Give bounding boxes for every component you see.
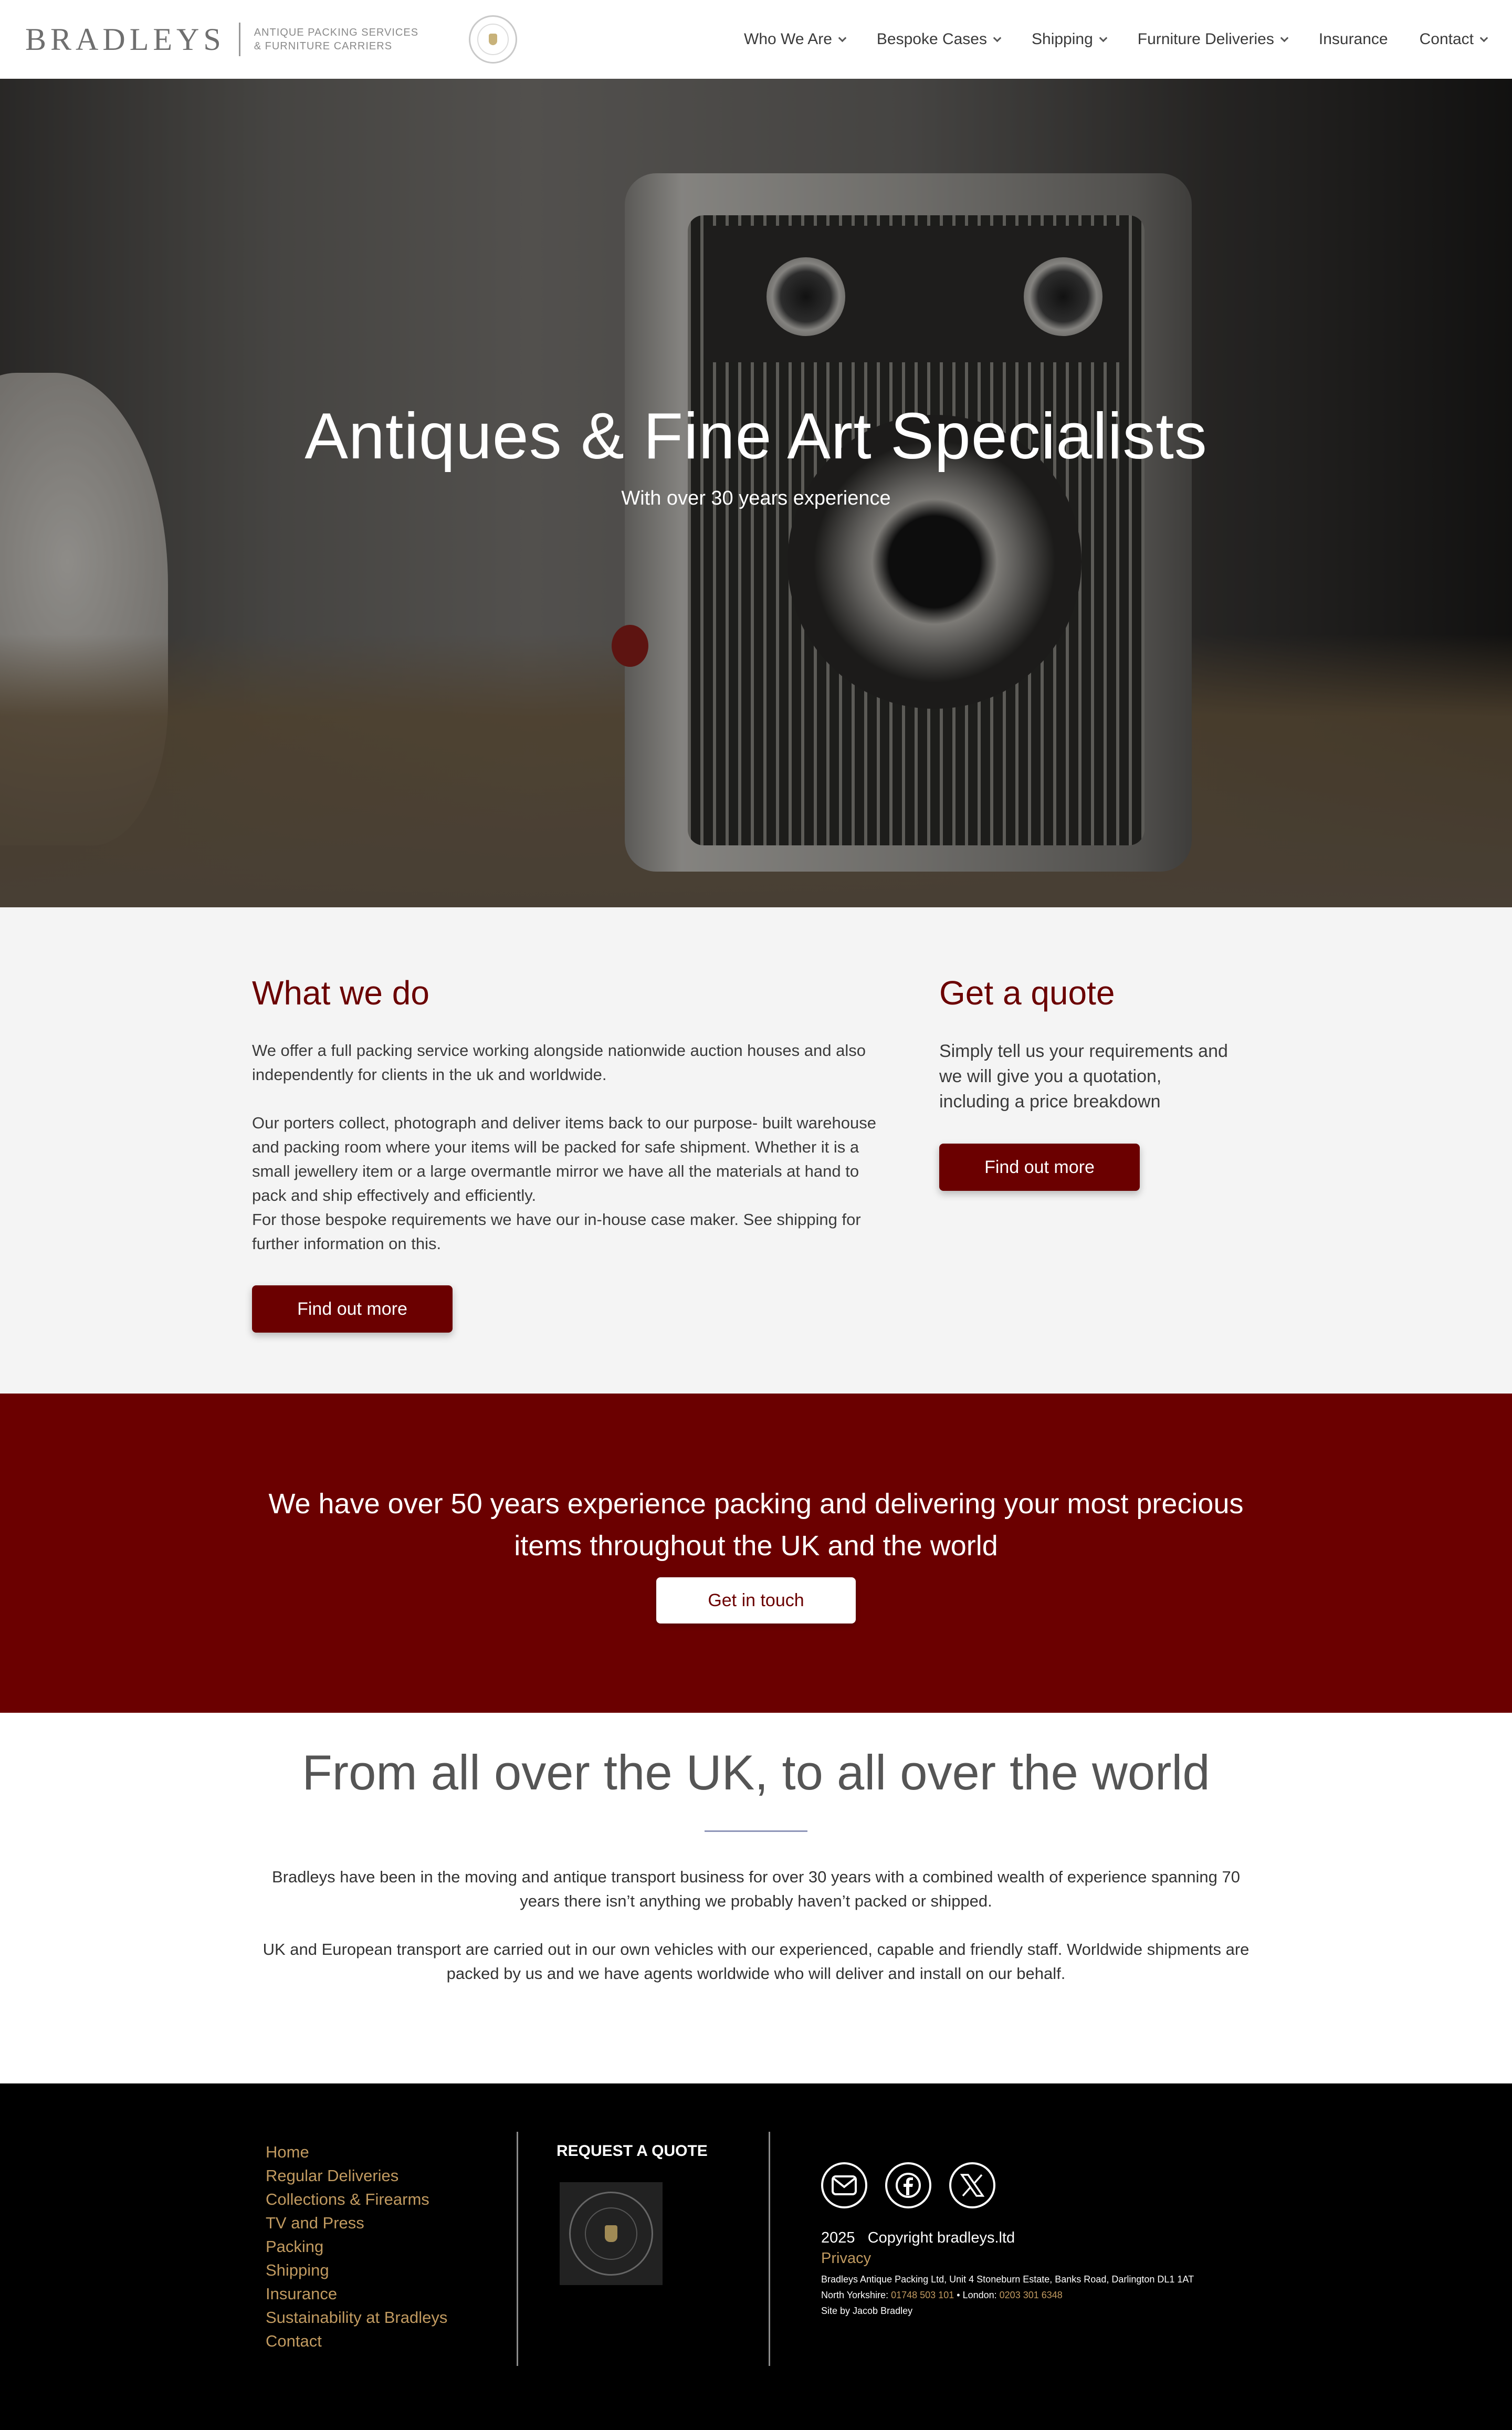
worldwide-title-divider (705, 1830, 807, 1832)
nav-item-contact[interactable]: Contact (1419, 30, 1488, 48)
footer-divider (769, 2132, 770, 2366)
main-nav: Who We Are Bespoke Cases Shipping Furnit… (744, 30, 1488, 48)
phone-separator: • (957, 2290, 960, 2300)
nav-item-shipping[interactable]: Shipping (1032, 30, 1108, 48)
hero-title: Antiques & Fine Art Specialists (304, 400, 1208, 473)
nav-item-who-we-are[interactable]: Who We Are (744, 30, 847, 48)
company-address: Bradleys Antique Packing Ltd, Unit 4 Sto… (821, 2274, 1194, 2285)
footer-link-shipping[interactable]: Shipping (266, 2258, 447, 2282)
get-a-quote-title: Get a quote (939, 974, 1115, 1012)
footer-request-quote: REQUEST A QUOTE (556, 2142, 708, 2285)
get-in-touch-button[interactable]: Get in touch (656, 1577, 856, 1624)
nav-item-label: Shipping (1032, 30, 1093, 48)
footer-divider (517, 2132, 518, 2366)
get-a-quote-column: Get a quote Simply tell us your requirem… (939, 973, 1233, 1191)
footer-link-contact[interactable]: Contact (266, 2329, 447, 2353)
worldwide-title: From all over the UK, to all over the wo… (302, 1745, 1210, 1800)
footer-contact: 2025 Copyright bradleys.ltd Privacy Brad… (821, 2162, 1294, 2319)
site-credit: Site by Jacob Bradley (821, 2306, 913, 2316)
experience-banner-text: We have over 50 years experience packing… (268, 1488, 1244, 1562)
site-logo[interactable]: BRADLEYS Antique Packing Services & Furn… (25, 23, 418, 56)
nav-item-label: Bespoke Cases (876, 30, 987, 48)
hero-banner: Antiques & Fine Art Specialists With ove… (0, 79, 1512, 907)
logo-tagline-line1: Antique Packing Services (254, 27, 419, 38)
what-we-do-body: We offer a full packing service working … (252, 1039, 898, 1256)
privacy-link[interactable]: Privacy (821, 2250, 1294, 2267)
north-yorkshire-label: North Yorkshire: (821, 2290, 889, 2300)
chevron-down-icon (1099, 34, 1108, 42)
get-a-quote-text: Simply tell us your requirements and we … (939, 1041, 1228, 1112)
request-quote-label[interactable]: REQUEST A QUOTE (556, 2142, 708, 2160)
chevron-down-icon (1280, 34, 1289, 42)
footer-link-tv-and-press[interactable]: TV and Press (266, 2211, 447, 2235)
what-we-do-paragraph: For those bespoke requirements we have o… (252, 1210, 861, 1253)
approved-service-badge-icon[interactable] (560, 2182, 663, 2285)
email-icon[interactable] (821, 2162, 867, 2208)
footer-link-sustainability[interactable]: Sustainability at Bradleys (266, 2306, 447, 2329)
logo-tagline-line2: & Furniture Carriers (254, 40, 393, 52)
london-phone-link[interactable]: 0203 301 6348 (1000, 2290, 1063, 2300)
nav-item-label: Furniture Deliveries (1137, 30, 1274, 48)
footer-link-packing[interactable]: Packing (266, 2235, 447, 2258)
get-a-quote-find-out-more-button[interactable]: Find out more (939, 1144, 1140, 1191)
nav-item-furniture-deliveries[interactable]: Furniture Deliveries (1137, 30, 1289, 48)
logo-tagline: Antique Packing Services & Furniture Car… (254, 26, 418, 53)
approved-service-seal-icon (469, 15, 518, 64)
worldwide-paragraph: Bradleys have been in the moving and ant… (272, 1868, 1240, 1910)
logo-divider (238, 23, 240, 56)
nav-item-label: Who We Are (744, 30, 832, 48)
experience-banner: We have over 50 years experience packing… (0, 1394, 1512, 1713)
footer-link-insurance[interactable]: Insurance (266, 2282, 447, 2306)
footer-link-collections-firearms[interactable]: Collections & Firearms (266, 2187, 447, 2211)
chevron-down-icon (993, 34, 1002, 42)
what-we-do-title: What we do (252, 974, 429, 1012)
facebook-icon[interactable] (885, 2162, 931, 2208)
worldwide-section: From all over the UK, to all over the wo… (0, 1713, 1512, 2083)
chevron-down-icon (838, 34, 847, 42)
hero-subtitle: With over 30 years experience (621, 487, 891, 509)
worldwide-paragraph: UK and European transport are carried ou… (262, 1940, 1250, 1983)
what-we-do-find-out-more-button[interactable]: Find out more (252, 1285, 453, 1333)
company-address-block: Bradleys Antique Packing Ltd, Unit 4 Sto… (821, 2271, 1294, 2319)
copyright: 2025 Copyright bradleys.ltd (821, 2229, 1294, 2247)
what-we-do-section: What we do We offer a full packing servi… (0, 907, 1512, 1394)
what-we-do-column: What we do We offer a full packing servi… (252, 973, 898, 1333)
nav-item-label: Contact (1419, 30, 1474, 48)
london-label: London: (962, 2290, 997, 2300)
nav-item-label: Insurance (1318, 30, 1388, 48)
chevron-down-icon (1479, 34, 1488, 42)
logo-wordmark: BRADLEYS (25, 22, 225, 57)
worldwide-body: Bradleys have been in the moving and ant… (262, 1865, 1250, 1986)
footer-links: Home Regular Deliveries Collections & Fi… (266, 2140, 447, 2353)
site-header: BRADLEYS Antique Packing Services & Furn… (0, 0, 1512, 79)
copyright-year: 2025 (821, 2229, 855, 2246)
footer-link-regular-deliveries[interactable]: Regular Deliveries (266, 2164, 447, 2187)
what-we-do-paragraph: We offer a full packing service working … (252, 1041, 866, 1084)
site-footer: Home Regular Deliveries Collections & Fi… (0, 2083, 1512, 2430)
phone-numbers: North Yorkshire: 01748 503 101 • London:… (821, 2287, 1294, 2303)
what-we-do-paragraph: Our porters collect, photograph and deli… (252, 1114, 876, 1204)
footer-link-home[interactable]: Home (266, 2140, 447, 2164)
copyright-text: Copyright bradleys.ltd (867, 2229, 1015, 2246)
nav-item-insurance[interactable]: Insurance (1319, 30, 1388, 48)
north-yorkshire-phone-link[interactable]: 01748 503 101 (891, 2290, 954, 2300)
social-links (821, 2162, 1294, 2208)
x-icon[interactable] (949, 2162, 995, 2208)
nav-item-bespoke-cases[interactable]: Bespoke Cases (876, 30, 1002, 48)
